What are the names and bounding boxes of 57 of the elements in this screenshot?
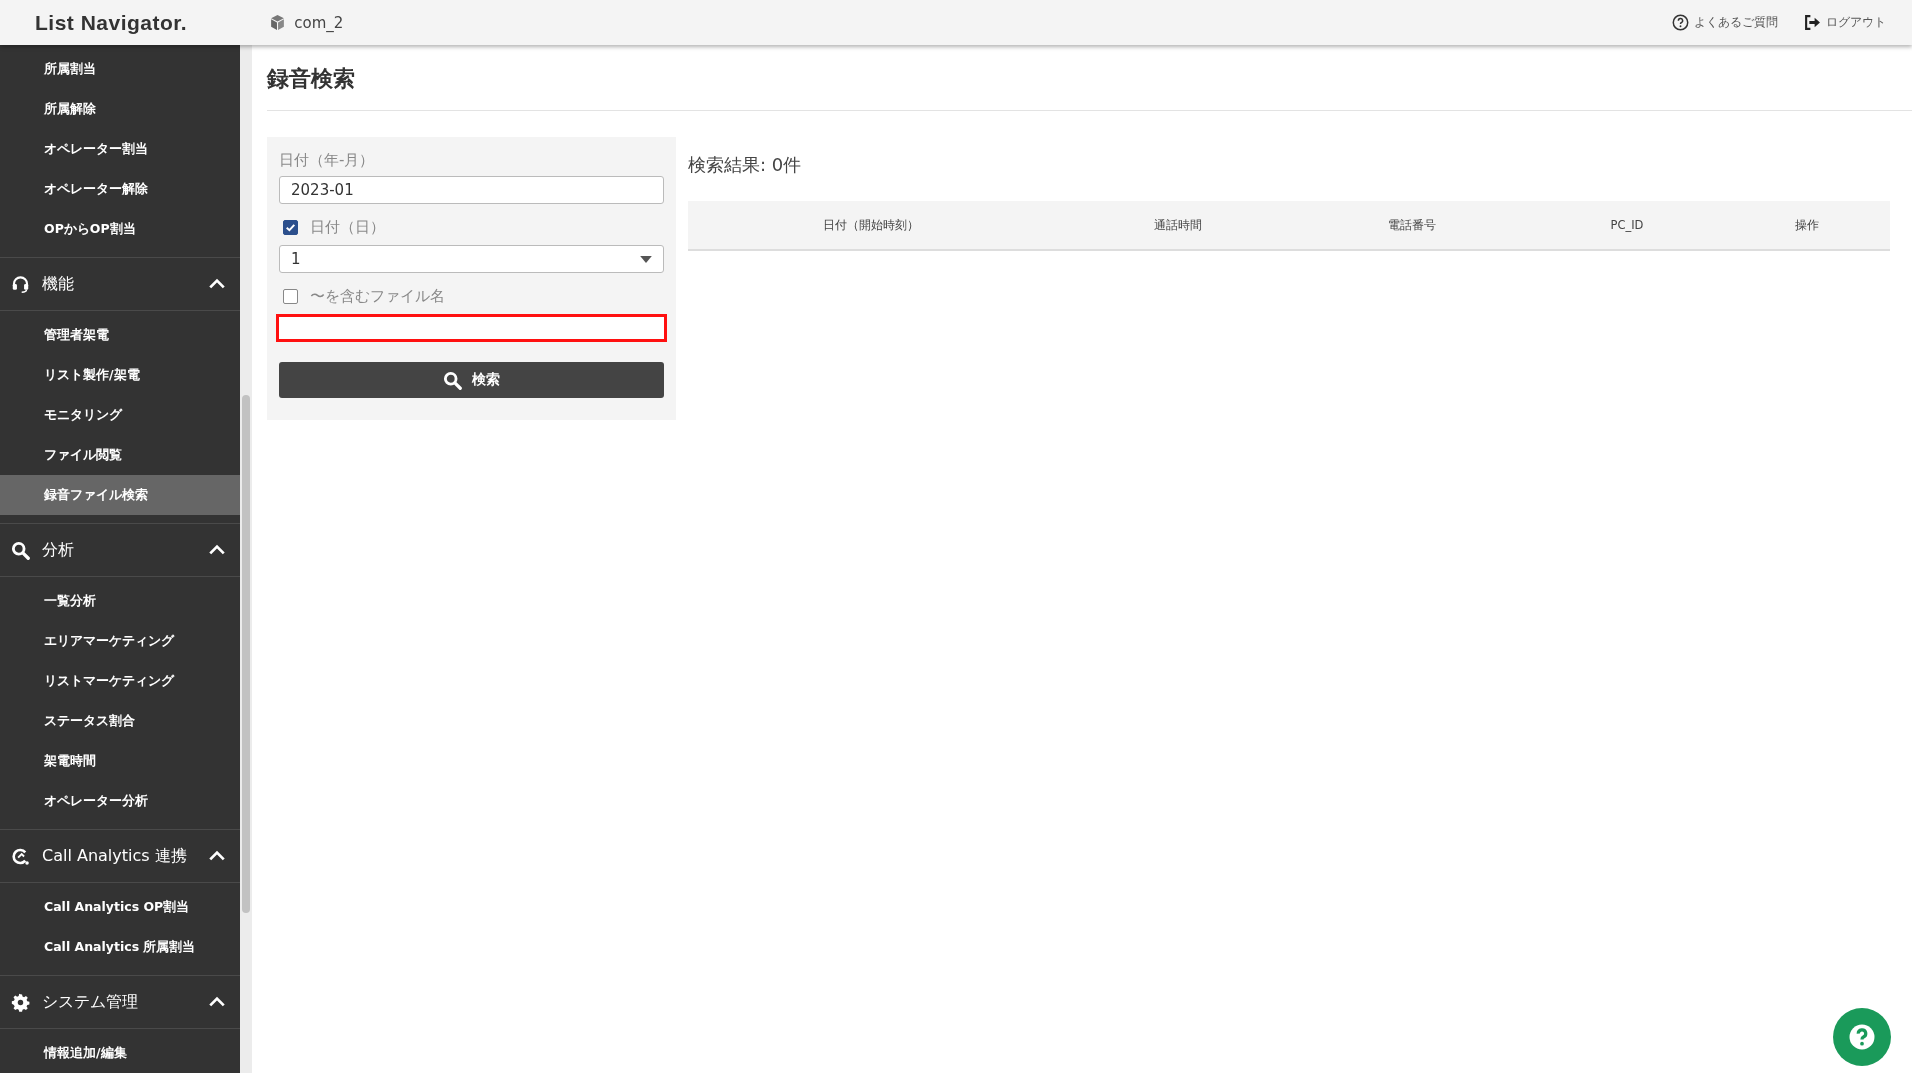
- sidebar-item[interactable]: オペレーター分析: [0, 781, 240, 821]
- header-link[interactable]: ログアウト: [1826, 14, 1886, 31]
- sidebar-item[interactable]: リストマーケティング: [0, 661, 240, 701]
- scrollbar-thumb[interactable]: [242, 395, 250, 913]
- sidebar-item[interactable]: オペレーター解除: [0, 169, 240, 209]
- help-icon: [1672, 14, 1689, 31]
- sidebar-item[interactable]: 所属解除: [0, 89, 240, 129]
- help-icon: [1847, 1022, 1877, 1052]
- help-button[interactable]: [1833, 1008, 1891, 1066]
- column-header: 日付（開始時刻）: [822, 217, 920, 233]
- result-count: 検索結果: 0件: [688, 153, 803, 177]
- sidebar-item[interactable]: Call Analytics 所属割当: [0, 927, 240, 967]
- sidebar-item[interactable]: ファイル閲覧: [0, 435, 240, 475]
- logo[interactable]: List Navigator.: [35, 10, 188, 35]
- caret-icon: [640, 255, 652, 263]
- column-header: 通話時間: [1153, 217, 1203, 233]
- search-icon: [443, 370, 462, 390]
- sidebar-item[interactable]: モニタリング: [0, 395, 240, 435]
- field-label: 日付（年-月）: [279, 151, 376, 170]
- checkbox-label: 日付（日）: [310, 218, 385, 237]
- section-title: 機能: [42, 273, 75, 295]
- checkbox-label: 〜を含むファイル名: [310, 287, 445, 306]
- sidebar-item[interactable]: Call Analytics OP割当: [0, 887, 240, 927]
- sidebar-item[interactable]: 所属割当: [0, 49, 240, 89]
- header-link[interactable]: よくあるご質問: [1694, 14, 1778, 31]
- filename-field[interactable]: [276, 314, 667, 342]
- headset-icon: [11, 274, 30, 294]
- company-name: com_2: [294, 13, 344, 32]
- gear-icon: [11, 992, 30, 1012]
- sidebar-item[interactable]: OPからOP割当: [0, 209, 240, 249]
- sidebar-item[interactable]: エリアマーケティング: [0, 621, 240, 661]
- section-title: Call Analytics 連携: [42, 845, 188, 867]
- sidebar-item[interactable]: リスト製作/架電: [0, 355, 240, 395]
- section-title: システム管理: [42, 991, 139, 1013]
- column-header: 操作: [1794, 217, 1820, 233]
- checkbox[interactable]: [283, 220, 298, 235]
- sidebar-item[interactable]: ステータス割合: [0, 701, 240, 741]
- sidebar-section-header[interactable]: システム管理: [0, 976, 240, 1029]
- checkbox[interactable]: [283, 289, 298, 304]
- section-title: 分析: [42, 539, 75, 561]
- sidebar-item[interactable]: 録音ファイル検索: [0, 475, 240, 515]
- analytics-icon: [11, 846, 30, 866]
- check-icon: [284, 221, 297, 234]
- sidebar-item[interactable]: 一覧分析: [0, 581, 240, 621]
- column-header: 電話番号: [1387, 217, 1437, 233]
- day-select[interactable]: 1: [279, 245, 664, 273]
- search-button[interactable]: 検索: [279, 362, 664, 398]
- page-title: 録音検索: [267, 45, 1912, 111]
- sidebar-item[interactable]: オペレーター割当: [0, 129, 240, 169]
- search-icon: [11, 540, 30, 560]
- sidebar-item[interactable]: 情報追加/編集: [0, 1033, 240, 1073]
- logout-icon: [1804, 14, 1821, 31]
- month-field[interactable]: 2023-01: [279, 176, 664, 204]
- sidebar-item[interactable]: 架電時間: [0, 741, 240, 781]
- sidebar-item[interactable]: 管理者架電: [0, 315, 240, 355]
- cube-icon: [269, 14, 287, 31]
- column-header: PC_ID: [1609, 218, 1645, 232]
